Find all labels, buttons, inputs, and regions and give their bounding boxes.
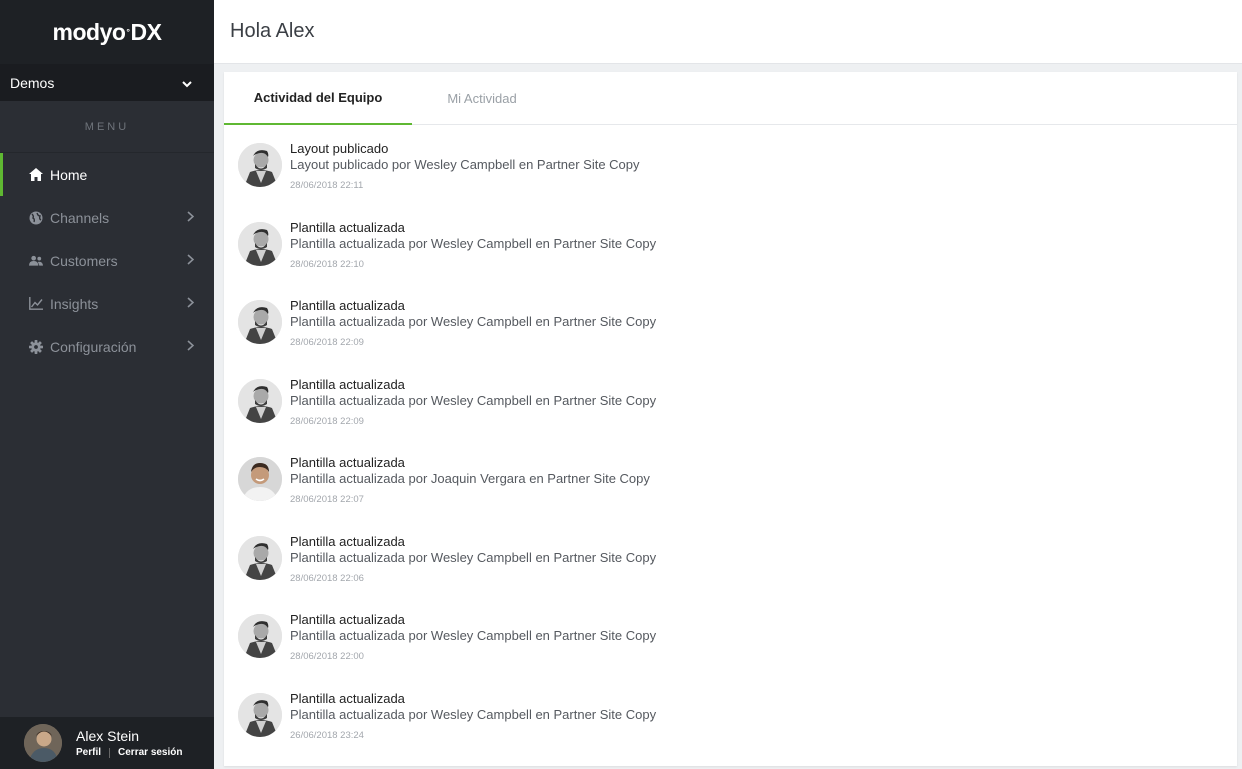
avatar	[238, 221, 282, 266]
user-info: Alex Stein Perfil Cerrar sesión	[76, 728, 183, 758]
avatar	[238, 300, 282, 344]
feed-body: Layout publicado Layout publicado por We…	[290, 141, 640, 220]
feed-title: Plantilla actualizada	[290, 533, 405, 549]
avatar	[238, 535, 282, 580]
feed-timestamp: 28/06/2018 22:09	[290, 337, 364, 348]
feed-timestamp: 28/06/2018 22:09	[290, 415, 364, 427]
feed-description: Plantilla actualizada por Wesley Campbel…	[290, 235, 657, 251]
activity-feed: Layout publicado Layout publicado por We…	[224, 125, 1237, 766]
feed-description: Plantilla actualizada por Wesley Campbel…	[290, 628, 657, 643]
site-select-dropdown[interactable]: Demos	[0, 64, 214, 101]
profile-link[interactable]: Perfil	[76, 747, 101, 758]
feed-body: Plantilla actualizada Plantilla actualiz…	[290, 534, 656, 613]
sidebar-nav: Home Channels Customers Insights Configu…	[0, 153, 214, 368]
menu-label: MENU	[0, 101, 214, 153]
feed-timestamp: 26/06/2018 23:24	[290, 729, 364, 741]
sidebar-item-label: Insights	[50, 295, 99, 312]
feed-description: Plantilla actualizada por Wesley Campbel…	[290, 706, 657, 722]
feed-timestamp: 28/06/2018 22:06	[290, 572, 364, 584]
list-item: Plantilla actualizada Plantilla actualiz…	[224, 691, 1237, 767]
feed-timestamp: 28/06/2018 22:10	[290, 258, 364, 270]
avatar	[238, 692, 282, 737]
logout-link[interactable]: Cerrar sesión	[118, 747, 182, 758]
activity-panel: Actividad del Equipo Mi Actividad Layout…	[224, 72, 1237, 766]
avatar	[238, 457, 282, 501]
sidebar-item-label: Configuración	[50, 338, 137, 355]
sidebar-item-channels[interactable]: Channels	[0, 196, 214, 239]
chevron-right-icon	[187, 253, 195, 268]
user-box: Alex Stein Perfil Cerrar sesión	[0, 717, 214, 769]
sidebar-item-insights[interactable]: Insights	[0, 282, 214, 325]
logo-suffix: DX	[130, 18, 162, 45]
user-name: Alex Stein	[76, 728, 140, 744]
home-icon	[29, 168, 43, 182]
chevron-right-icon	[187, 210, 195, 225]
list-item: Plantilla actualizada Plantilla actualiz…	[224, 220, 1237, 299]
feed-title: Plantilla actualizada	[290, 455, 405, 470]
list-item: Layout publicado Layout publicado por We…	[224, 141, 1237, 220]
feed-timestamp: 28/06/2018 22:07	[290, 494, 364, 505]
app-logo[interactable]: modyo ° DX	[0, 0, 214, 64]
chart-icon	[29, 297, 43, 311]
feed-title: Layout publicado	[290, 141, 389, 156]
sidebar-item-label: Home	[50, 166, 88, 183]
feed-body: Plantilla actualizada Plantilla actualiz…	[290, 377, 656, 456]
globe-icon	[29, 211, 43, 225]
avatar	[238, 378, 282, 423]
list-item: Plantilla actualizada Plantilla actualiz…	[224, 455, 1237, 534]
logo-degree: °	[126, 27, 130, 37]
list-item: Plantilla actualizada Plantilla actualiz…	[224, 534, 1237, 613]
sidebar-item-label: Channels	[50, 209, 110, 226]
feed-body: Plantilla actualizada Plantilla actualiz…	[290, 612, 656, 691]
list-item: Plantilla actualizada Plantilla actualiz…	[224, 377, 1237, 456]
feed-title: Plantilla actualizada	[290, 219, 405, 235]
list-item: Plantilla actualizada Plantilla actualiz…	[224, 612, 1237, 691]
sidebar-item-label: Customers	[50, 252, 118, 269]
list-item: Plantilla actualizada Plantilla actualiz…	[224, 298, 1237, 377]
logo-text: modyo	[52, 18, 126, 45]
feed-body: Plantilla actualizada Plantilla actualiz…	[290, 455, 650, 534]
feed-description: Plantilla actualizada por Wesley Campbel…	[290, 549, 657, 565]
page-title: Hola Alex	[230, 20, 315, 42]
feed-body: Plantilla actualizada Plantilla actualiz…	[290, 298, 656, 377]
avatar	[238, 143, 282, 187]
feed-body: Plantilla actualizada Plantilla actualiz…	[290, 220, 656, 299]
tab-my-activity[interactable]: Mi Actividad	[412, 72, 552, 125]
feed-body: Plantilla actualizada Plantilla actualiz…	[290, 691, 656, 767]
feed-title: Plantilla actualizada	[290, 376, 405, 392]
sidebar-item-customers[interactable]: Customers	[0, 239, 214, 282]
users-icon	[29, 254, 43, 268]
chevron-down-icon	[182, 75, 192, 91]
top-header: Hola Alex	[214, 0, 1242, 64]
activity-tabs: Actividad del Equipo Mi Actividad	[224, 72, 1237, 125]
sidebar: modyo ° DX Demos MENU Home Channels Cust…	[0, 0, 214, 769]
feed-description: Layout publicado por Wesley Campbell en …	[290, 157, 640, 172]
site-select-value: Demos	[10, 74, 55, 91]
sidebar-item-home[interactable]: Home	[0, 153, 214, 196]
sidebar-item-configuracion[interactable]: Configuración	[0, 325, 214, 368]
feed-title: Plantilla actualizada	[290, 690, 405, 706]
chevron-right-icon	[187, 339, 195, 354]
feed-title: Plantilla actualizada	[290, 612, 405, 627]
user-links: Perfil Cerrar sesión	[76, 747, 183, 758]
avatar[interactable]	[24, 724, 62, 762]
feed-description: Plantilla actualizada por Wesley Campbel…	[290, 392, 657, 408]
feed-timestamp: 28/06/2018 22:11	[290, 180, 364, 191]
tab-team-activity[interactable]: Actividad del Equipo	[224, 72, 412, 125]
feed-description: Plantilla actualizada por Wesley Campbel…	[290, 314, 657, 329]
avatar	[238, 614, 282, 658]
feed-title: Plantilla actualizada	[290, 298, 405, 313]
chevron-right-icon	[187, 296, 195, 311]
feed-timestamp: 28/06/2018 22:00	[290, 651, 364, 662]
link-divider	[109, 747, 111, 758]
feed-description: Plantilla actualizada por Joaquin Vergar…	[290, 471, 650, 486]
gear-icon	[29, 339, 43, 354]
